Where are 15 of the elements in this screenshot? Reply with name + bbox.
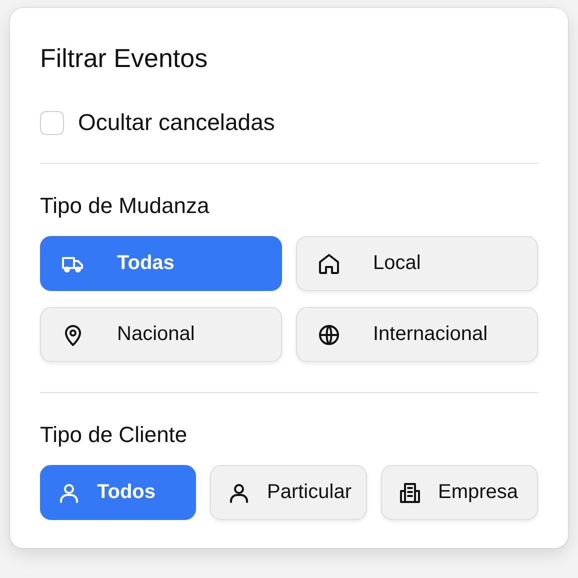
filter-option[interactable]: Internacional: [296, 307, 538, 362]
building-icon: [398, 480, 422, 504]
checkbox-label[interactable]: Ocultar canceladas: [78, 109, 275, 136]
filter-option[interactable]: Todas: [40, 236, 282, 291]
globe-icon: [317, 322, 341, 346]
filter-option[interactable]: Empresa: [381, 465, 538, 520]
house-icon: [317, 252, 341, 276]
filter-option[interactable]: Particular: [210, 465, 367, 520]
panel-title: Filtrar Eventos: [40, 42, 209, 75]
section-title: Tipo de Mudanza: [40, 192, 210, 220]
section-title: Tipo de Cliente: [40, 421, 188, 449]
checkbox[interactable]: [40, 110, 64, 134]
filter-option[interactable]: Nacional: [40, 307, 282, 362]
filter-option[interactable]: Local: [296, 236, 538, 291]
filter-option[interactable]: Todos: [40, 465, 196, 520]
